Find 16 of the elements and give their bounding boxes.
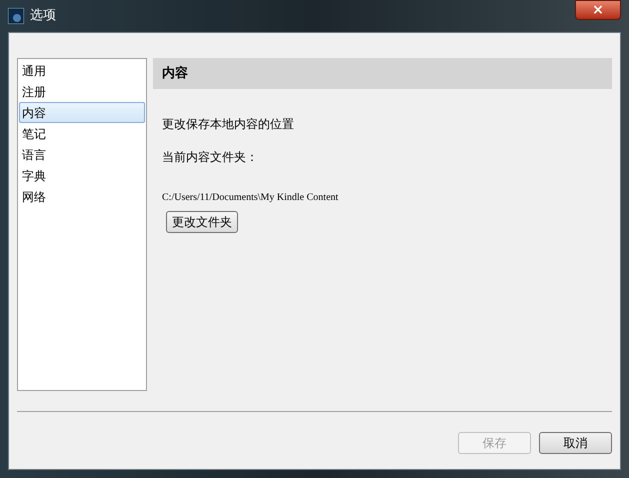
change-folder-button[interactable]: 更改文件夹: [166, 211, 238, 233]
window-title: 选项: [30, 7, 56, 26]
sidebar-item[interactable]: 注册: [19, 81, 145, 102]
sidebar-item[interactable]: 语言: [19, 144, 145, 165]
description-text: 更改保存本地内容的位置: [162, 116, 295, 133]
close-button[interactable]: ×: [575, 0, 621, 20]
panel-header: 内容: [153, 58, 612, 89]
folder-path: C:/Users/11/Documents\My Kindle Content: [162, 191, 340, 205]
sidebar-item[interactable]: 字典: [19, 165, 145, 186]
app-icon: [8, 8, 24, 24]
sidebar-item[interactable]: 笔记: [19, 123, 145, 144]
sidebar-item[interactable]: 网络: [19, 186, 145, 207]
cancel-button[interactable]: 取消: [539, 432, 612, 454]
sidebar-item[interactable]: 通用: [19, 60, 145, 81]
folder-label: 当前内容文件夹：: [162, 149, 259, 166]
sidebar-item[interactable]: 内容: [19, 102, 145, 123]
